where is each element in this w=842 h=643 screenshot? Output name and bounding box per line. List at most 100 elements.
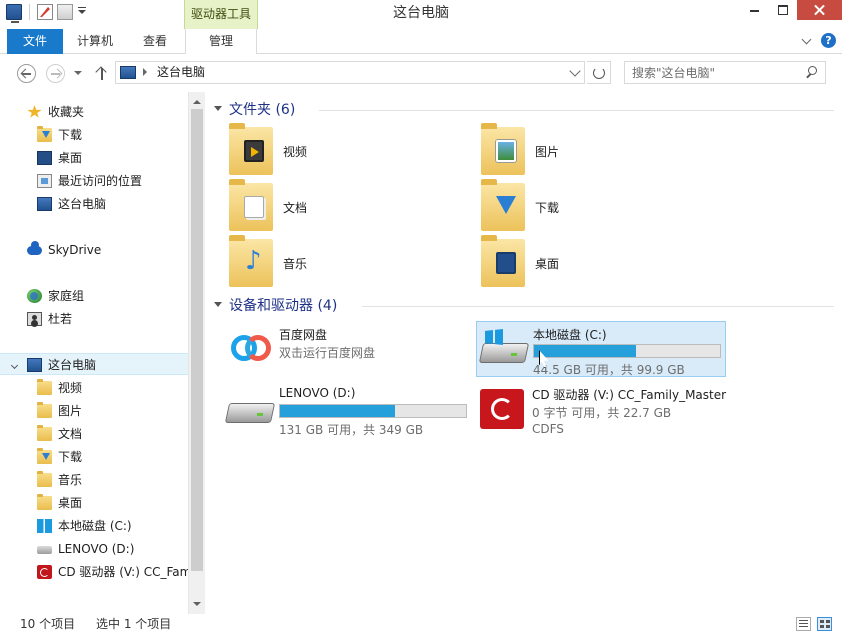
search-input[interactable] [625, 62, 800, 83]
drive-tools-context-tab: 驱动器工具 [184, 0, 258, 29]
window-title: 这台电脑 [393, 5, 449, 21]
desktop-folder-icon [481, 235, 525, 287]
nav-item-documents[interactable]: 文档 [0, 423, 188, 445]
title-bar: 驱动器工具 这台电脑 [0, 0, 842, 29]
quick-access-toolbar [6, 4, 87, 23]
pictures-folder-icon [481, 123, 525, 175]
documents-folder-icon [229, 179, 273, 231]
details-view-button[interactable] [796, 617, 811, 631]
device-cd-drive[interactable]: CD 驱动器 (V:) CC_Family_Master 0 字节 可用，共 2… [476, 382, 726, 438]
device-name: LENOVO (D:) [279, 386, 356, 400]
nav-label: 这台电脑 [58, 197, 107, 211]
device-baidu-netdisk[interactable]: 百度网盘 双击运行百度网盘 [223, 322, 473, 378]
nav-label: 图片 [58, 404, 83, 418]
ribbon-tabs: 文件 计算机 查看 管理 ? [0, 29, 842, 54]
desktop-folder-icon [37, 494, 52, 510]
breadcrumb[interactable]: 这台电脑 [157, 62, 205, 83]
creative-cloud-disc-icon [480, 389, 524, 429]
address-bar[interactable]: 这台电脑 [115, 61, 585, 84]
nav-item-desktop-pc[interactable]: 桌面 [0, 492, 188, 514]
collapse-group-icon[interactable] [214, 105, 222, 111]
folder-downloads[interactable]: 下载 [461, 179, 701, 234]
tab-manage[interactable]: 管理 [185, 29, 257, 54]
recent-locations-dropdown-icon[interactable] [74, 71, 82, 75]
address-history-dropdown-icon[interactable] [569, 65, 581, 77]
nav-label: 视频 [58, 381, 83, 395]
nav-homegroup[interactable]: 家庭组 [0, 285, 188, 307]
user-icon [27, 312, 42, 326]
collapse-group-icon[interactable] [214, 301, 222, 307]
drive-usage-fill [280, 405, 396, 417]
device-description: 双击运行百度网盘 [279, 346, 376, 360]
tab-computer[interactable]: 计算机 [65, 29, 125, 54]
devices-group-header[interactable]: 设备和驱动器 (4) [214, 296, 834, 316]
folders-group-header[interactable]: 文件夹 (6) [214, 100, 834, 120]
group-title: 设备和驱动器 (4) [229, 298, 338, 314]
nav-item-drive-c[interactable]: 本地磁盘 (C:) [0, 515, 188, 537]
refresh-button[interactable] [587, 61, 611, 84]
close-button[interactable] [797, 0, 842, 20]
nav-label: 家庭组 [48, 289, 85, 303]
nav-item-pictures[interactable]: 图片 [0, 400, 188, 422]
scroll-up-arrow-icon[interactable] [193, 100, 201, 104]
help-icon[interactable]: ? [821, 33, 836, 48]
nav-item-user[interactable]: 杜若 [0, 308, 178, 330]
minimize-button[interactable] [741, 0, 769, 20]
drive-file-system: CDFS [532, 422, 564, 436]
folder-pictures[interactable]: 图片 [461, 123, 701, 178]
folder-music[interactable]: 音乐 [209, 235, 449, 290]
tab-file[interactable]: 文件 [7, 29, 63, 54]
ribbon-right-controls: ? [801, 33, 836, 48]
drive-usage-fill [534, 345, 637, 357]
nav-item-music[interactable]: 音乐 [0, 469, 188, 491]
homegroup-icon [27, 289, 42, 303]
device-drive-d[interactable]: LENOVO (D:) 131 GB 可用，共 349 GB [223, 382, 473, 438]
folder-name: 下载 [535, 201, 560, 215]
breadcrumb-arrow-icon[interactable] [143, 68, 147, 76]
folder-videos[interactable]: 视频 [209, 123, 449, 178]
large-icons-view-button[interactable] [817, 617, 832, 631]
hard-drive-icon [37, 546, 52, 554]
new-folder-icon[interactable] [57, 4, 73, 20]
downloads-folder-icon [37, 448, 52, 464]
nav-item-desktop[interactable]: 桌面 [0, 147, 188, 169]
group-divider [362, 306, 834, 307]
view-switcher [796, 617, 832, 631]
group-title: 文件夹 (6) [229, 102, 296, 118]
drive-free-space: 131 GB 可用，共 349 GB [279, 423, 424, 437]
forward-button[interactable] [46, 64, 65, 83]
windows-logo-icon [485, 329, 503, 345]
folder-documents[interactable]: 文档 [209, 179, 449, 234]
collapse-arrow-icon[interactable] [10, 361, 19, 370]
search-icon[interactable] [805, 66, 817, 78]
device-name: 本地磁盘 (C:) [533, 328, 607, 342]
scrollbar-thumb[interactable] [191, 109, 203, 571]
tab-view[interactable]: 查看 [127, 29, 183, 54]
customize-toolbar-dropdown-icon[interactable] [77, 4, 87, 20]
navigation-pane-scrollbar[interactable] [188, 92, 205, 614]
nav-this-pc[interactable]: 这台电脑 [0, 353, 188, 375]
back-button[interactable] [17, 64, 36, 83]
nav-item-videos[interactable]: 视频 [0, 377, 188, 399]
nav-label: 音乐 [58, 473, 83, 487]
folder-name: 音乐 [283, 257, 308, 271]
scroll-down-arrow-icon[interactable] [193, 602, 201, 606]
up-button[interactable] [94, 64, 110, 82]
nav-item-recent-places[interactable]: 最近访问的位置 [0, 170, 188, 192]
properties-icon[interactable] [37, 4, 53, 20]
nav-item-drive-d[interactable]: LENOVO (D:) [0, 538, 188, 560]
nav-favorites[interactable]: 收藏夹 [0, 101, 188, 123]
nav-item-cd-drive[interactable]: CD 驱动器 (V:) CC_Family_Master [0, 561, 188, 583]
folder-desktop[interactable]: 桌面 [461, 235, 701, 290]
windows-hard-drive-icon [481, 329, 525, 369]
nav-item-downloads-pc[interactable]: 下载 [0, 446, 188, 468]
expand-ribbon-chevron-icon[interactable] [801, 35, 813, 47]
maximize-button[interactable] [769, 0, 797, 20]
device-drive-c[interactable]: 本地磁盘 (C:) 44.5 GB 可用，共 99.9 GB [476, 321, 726, 377]
nav-item-this-pc-favorite[interactable]: 这台电脑 [0, 193, 188, 215]
search-box[interactable] [624, 61, 826, 84]
nav-item-downloads[interactable]: 下载 [0, 124, 188, 146]
computer-icon[interactable] [6, 4, 22, 23]
computer-icon [27, 358, 42, 372]
nav-skydrive[interactable]: SkyDrive [0, 239, 188, 261]
